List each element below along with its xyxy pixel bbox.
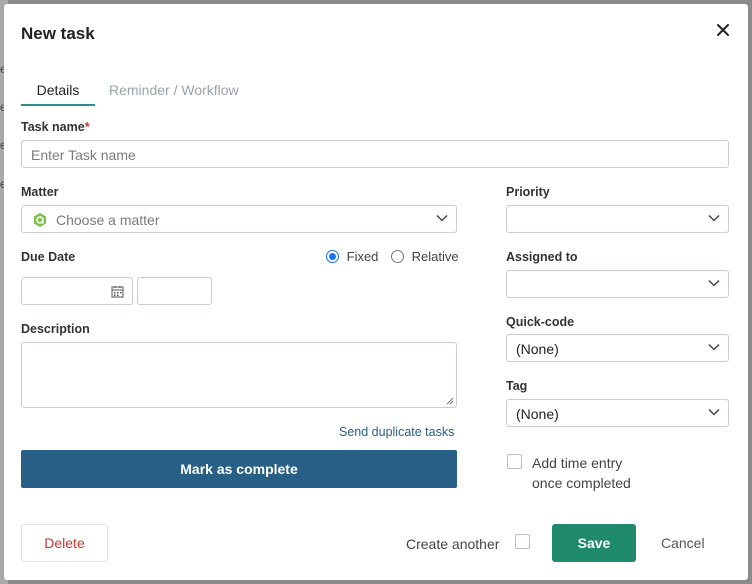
tab-reminder-workflow[interactable]: Reminder / Workflow — [109, 82, 239, 98]
matter-select[interactable]: Choose a matter — [21, 205, 457, 233]
priority-select[interactable] — [506, 205, 729, 233]
create-another-label: Create another — [406, 536, 500, 552]
time-entry-line1: Add time entry — [532, 455, 623, 471]
time-entry-checkbox[interactable] — [507, 454, 522, 469]
relative-label: Relative — [411, 249, 459, 264]
matter-placeholder: Choose a matter — [56, 212, 160, 228]
due-date-label: Due Date — [21, 250, 76, 264]
due-date-input[interactable] — [21, 277, 133, 305]
tag-value: (None) — [516, 406, 559, 422]
due-date-mode-relative[interactable]: Relative — [391, 249, 459, 264]
description-label: Description — [21, 322, 90, 336]
priority-label: Priority — [506, 185, 550, 199]
chevron-down-icon — [436, 214, 448, 222]
assigned-to-select[interactable] — [506, 270, 729, 298]
mark-as-complete-button[interactable]: Mark as complete — [21, 450, 457, 488]
tab-details[interactable]: Details — [21, 82, 95, 106]
task-name-placeholder: Enter Task name — [31, 147, 136, 163]
relative-radio[interactable] — [391, 250, 404, 263]
close-icon — [717, 24, 729, 36]
create-another-checkbox[interactable] — [515, 534, 530, 549]
chevron-down-icon — [708, 279, 720, 287]
assigned-to-label: Assigned to — [506, 250, 578, 264]
time-entry-label: Add time entry once completed — [532, 453, 631, 493]
tag-label: Tag — [506, 379, 528, 393]
chevron-down-icon — [708, 214, 720, 222]
matter-icon — [34, 213, 46, 227]
quick-code-select[interactable]: (None) — [506, 334, 729, 362]
matter-label: Matter — [21, 185, 59, 199]
task-name-label: Task name* — [21, 120, 90, 134]
required-mark: * — [84, 120, 90, 134]
resize-handle-icon[interactable] — [446, 397, 454, 405]
cancel-button[interactable]: Cancel — [661, 535, 705, 551]
quick-code-label: Quick-code — [506, 315, 575, 329]
chevron-down-icon — [708, 408, 720, 416]
due-time-input[interactable] — [137, 277, 212, 305]
chevron-down-icon — [708, 343, 720, 351]
quick-code-value: (None) — [516, 341, 559, 357]
close-button[interactable] — [711, 18, 735, 42]
tag-select[interactable]: (None) — [506, 399, 729, 427]
save-button[interactable]: Save — [552, 524, 636, 562]
fixed-radio[interactable] — [326, 250, 339, 263]
task-name-input[interactable]: Enter Task name — [21, 140, 729, 168]
task-name-label-text: Task name — [21, 120, 85, 134]
due-date-mode-fixed[interactable]: Fixed — [326, 249, 378, 264]
send-duplicate-tasks-link[interactable]: Send duplicate tasks — [339, 425, 454, 439]
calendar-icon — [111, 286, 124, 298]
dialog-title: New task — [21, 24, 95, 43]
new-task-dialog: New task Details Reminder / Workflow Tas… — [4, 4, 748, 580]
fixed-label: Fixed — [346, 249, 379, 264]
delete-button[interactable]: Delete — [21, 524, 108, 562]
time-entry-line2: once completed — [532, 475, 631, 491]
description-textarea[interactable] — [21, 342, 457, 408]
